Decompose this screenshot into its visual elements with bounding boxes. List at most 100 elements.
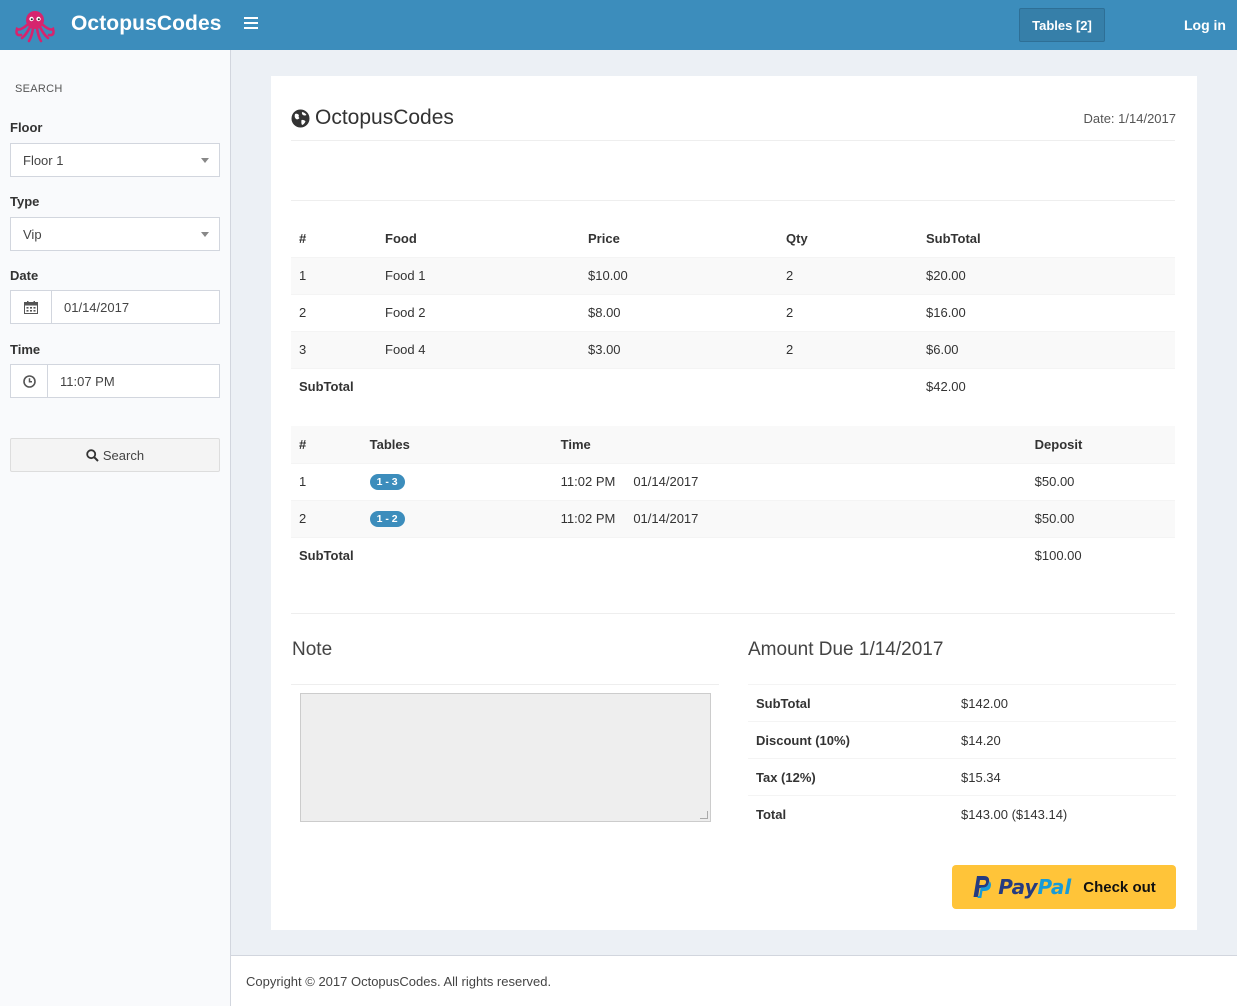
note-textarea[interactable] bbox=[300, 693, 711, 822]
table-cell: $6.00 bbox=[918, 330, 1175, 368]
tables-button[interactable]: Tables [2] bbox=[1019, 8, 1105, 42]
table-cell: 2 bbox=[778, 293, 918, 331]
amount-row: SubTotal $142.00 bbox=[748, 684, 1176, 722]
amount-row: Total $143.00 ($143.14) bbox=[748, 795, 1176, 833]
column-header: Tables bbox=[361, 426, 553, 463]
paypal-wordmark: PayPal bbox=[998, 875, 1072, 899]
octopus-icon bbox=[15, 11, 55, 43]
table-row: 1 1 - 3 11:02 PM 01/14/2017 $50.00 bbox=[291, 462, 1175, 500]
brand-logo[interactable]: OctopusCodes bbox=[0, 0, 230, 50]
subtotal-value: $42.00 bbox=[918, 367, 1175, 405]
table-cell: 11:02 PM 01/14/2017 bbox=[552, 499, 1027, 537]
table-badge: 1 - 2 bbox=[369, 511, 405, 527]
amount-due-title: Amount Due 1/14/2017 bbox=[748, 639, 944, 660]
table-cell: $50.00 bbox=[1026, 462, 1175, 500]
table-cell: Food 2 bbox=[377, 293, 580, 331]
page-footer: Copyright © 2017 OctopusCodes. All right… bbox=[231, 955, 1237, 1006]
time-label: Time bbox=[10, 342, 41, 357]
invoice-card: OctopusCodes Date: 1/14/2017 # Food Pric… bbox=[271, 75, 1197, 930]
caret-down-icon bbox=[201, 232, 209, 237]
caret-down-icon bbox=[201, 158, 209, 163]
invoice-title-text: OctopusCodes bbox=[315, 106, 454, 129]
paypal-logo-icon bbox=[973, 876, 992, 898]
calendar-icon bbox=[11, 291, 52, 323]
type-label: Type bbox=[10, 194, 40, 209]
column-header: Time bbox=[552, 426, 1027, 463]
resize-handle-icon[interactable] bbox=[700, 811, 708, 819]
note-title: Note bbox=[292, 639, 333, 660]
table-cell: $20.00 bbox=[918, 256, 1175, 294]
table-cell: $8.00 bbox=[580, 293, 778, 331]
type-select-value: Vip bbox=[23, 226, 42, 242]
column-header: # bbox=[299, 230, 307, 246]
subtotal-value: $100.00 bbox=[1026, 536, 1175, 574]
table-cell: 3 bbox=[291, 330, 377, 368]
table-row: 1 Food 1 $10.00 2 $20.00 bbox=[291, 256, 1175, 294]
sidebar-toggle-button[interactable] bbox=[244, 17, 258, 33]
date-label: Date bbox=[10, 268, 39, 283]
invoice-date: Date: 1/14/2017 bbox=[1083, 111, 1176, 126]
food-table: # Food Price Qty SubTotal 1 Food 1 $10.0… bbox=[291, 220, 1175, 405]
login-link[interactable]: Log in bbox=[1184, 17, 1226, 33]
globe-icon bbox=[291, 109, 310, 127]
column-header: # bbox=[291, 426, 362, 463]
floor-label: Floor bbox=[10, 120, 43, 135]
search-icon bbox=[86, 448, 99, 462]
column-header: SubTotal bbox=[926, 230, 981, 246]
copyright-text: Copyright © 2017 OctopusCodes. All right… bbox=[246, 974, 552, 989]
clock-icon bbox=[11, 365, 48, 397]
column-header: Food bbox=[385, 230, 417, 246]
table-cell: $16.00 bbox=[918, 293, 1175, 331]
table-cell: Food 1 bbox=[377, 256, 580, 294]
table-badge: 1 - 3 bbox=[369, 474, 405, 490]
column-header: Deposit bbox=[1026, 426, 1175, 463]
amount-value: $14.20 bbox=[953, 721, 1176, 759]
amount-value: $143.00 ($143.14) bbox=[953, 795, 1176, 833]
time-input-group[interactable]: 11:07 PM bbox=[10, 364, 220, 398]
table-cell: 1 bbox=[291, 256, 377, 294]
amount-label: SubTotal bbox=[748, 684, 953, 722]
amount-row: Discount (10%) $14.20 bbox=[748, 721, 1176, 759]
subtotal-row: SubTotal $100.00 bbox=[291, 536, 1175, 574]
paypal-checkout-button[interactable]: PayPal Check out bbox=[952, 865, 1176, 909]
date-input-group[interactable]: 01/14/2017 bbox=[10, 290, 220, 324]
amount-label: Total bbox=[748, 795, 953, 833]
table-row: 2 1 - 2 11:02 PM 01/14/2017 $50.00 bbox=[291, 499, 1175, 537]
amount-value: $15.34 bbox=[953, 758, 1176, 796]
search-button[interactable]: Search bbox=[10, 438, 220, 472]
table-cell: $50.00 bbox=[1026, 499, 1175, 537]
table-cell: $10.00 bbox=[580, 256, 778, 294]
table-cell: 1 bbox=[291, 462, 362, 500]
paypal-checkout-label: Check out bbox=[1083, 878, 1156, 896]
type-select[interactable]: Vip bbox=[10, 217, 220, 251]
search-sidebar: SEARCH Floor Floor 1 Type Vip Date 01/14… bbox=[0, 50, 231, 1006]
tables-table: # Tables Time Deposit 1 1 - 3 11:02 PM 01… bbox=[291, 426, 1175, 574]
table-row: 3 Food 4 $3.00 2 $6.00 bbox=[291, 330, 1175, 368]
date-input[interactable]: 01/14/2017 bbox=[52, 291, 219, 323]
divider bbox=[291, 684, 719, 685]
table-header-row: # Food Price Qty SubTotal bbox=[291, 220, 1175, 257]
column-header: Qty bbox=[786, 230, 808, 246]
time-input[interactable]: 11:07 PM bbox=[48, 365, 219, 397]
subtotal-label: SubTotal bbox=[291, 367, 377, 405]
table-cell: Food 4 bbox=[377, 330, 580, 368]
divider bbox=[291, 200, 1175, 201]
amount-label: Discount (10%) bbox=[748, 721, 953, 759]
invoice-title: OctopusCodes bbox=[291, 106, 454, 130]
top-navbar: OctopusCodes Tables [2] Log in bbox=[0, 0, 1237, 50]
amount-label: Tax (12%) bbox=[748, 758, 953, 796]
column-header: Price bbox=[588, 230, 620, 246]
divider bbox=[291, 613, 1175, 614]
table-cell: 2 bbox=[291, 293, 377, 331]
table-cell: 11:02 PM 01/14/2017 bbox=[552, 462, 1027, 500]
floor-select[interactable]: Floor 1 bbox=[10, 143, 220, 177]
sidebar-section-label: SEARCH bbox=[15, 83, 63, 95]
amount-row: Tax (12%) $15.34 bbox=[748, 758, 1176, 796]
table-cell: 2 bbox=[778, 256, 918, 294]
subtotal-label: SubTotal bbox=[291, 536, 362, 574]
brand-name[interactable]: OctopusCodes bbox=[71, 12, 222, 36]
table-cell: $3.00 bbox=[580, 330, 778, 368]
subtotal-row: SubTotal $42.00 bbox=[291, 367, 1175, 405]
amount-table: SubTotal $142.00 Discount (10%) $14.20 T… bbox=[748, 684, 1176, 833]
table-header-row: # Tables Time Deposit bbox=[291, 426, 1175, 463]
